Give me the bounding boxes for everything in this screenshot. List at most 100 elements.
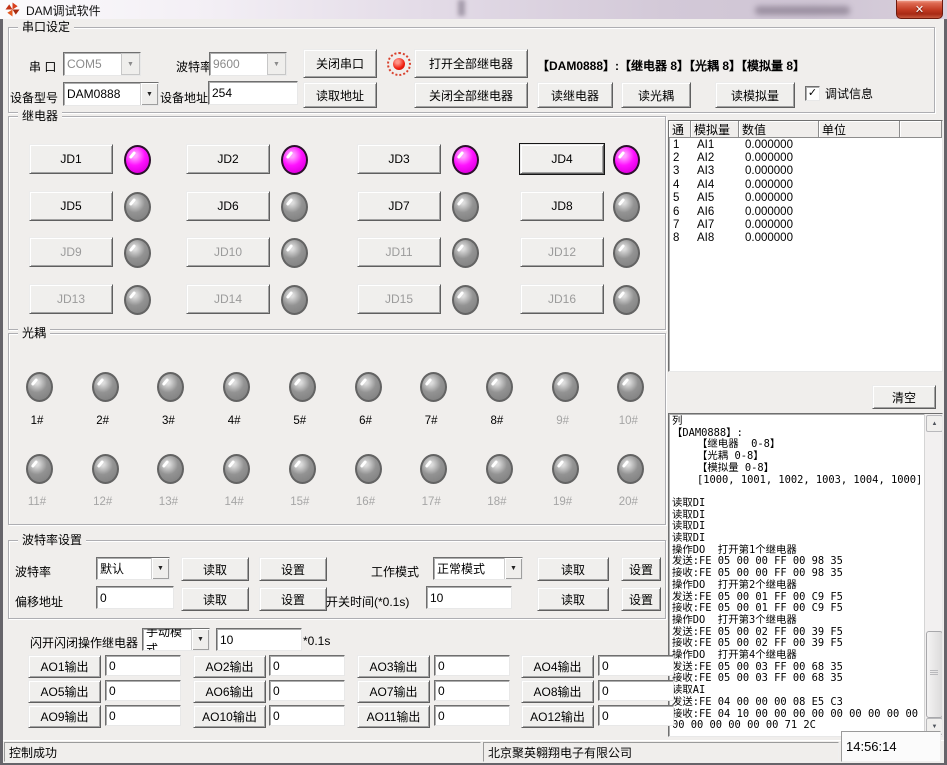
baud-set-combobox[interactable]: 默认 ▼ [96,557,170,580]
ao-output-button-8[interactable]: AO8输出 [521,680,594,703]
clear-log-button[interactable]: 清空 [872,385,936,409]
ao-output-button-4[interactable]: AO4输出 [521,655,594,678]
relay-button-jd4[interactable]: JD4 [520,144,604,174]
table-row[interactable]: 5AI50.000000 [669,192,942,205]
flash-mode-combobox[interactable]: 手动模式 ▼ [142,628,210,651]
ao-output-button-2[interactable]: AO2输出 [193,655,266,678]
title-bar[interactable]: DAM调试软件 ✕ [0,0,947,20]
table-header-3[interactable]: 数值 [739,121,819,138]
device-model-combobox[interactable]: DAM0888 ▼ [63,82,159,106]
relay-led-jd7 [452,192,479,222]
ao-output-button-12[interactable]: AO12输出 [521,705,594,728]
relay-led-jd4 [613,145,640,175]
relay-led-jd6 [281,192,308,222]
workmode-read-button[interactable]: 读取 [537,557,609,581]
ao-output-input-10[interactable]: 0 [269,705,345,726]
ao-output-button-5[interactable]: AO5输出 [28,680,101,703]
relay-button-jd2[interactable]: JD2 [186,144,270,174]
ao-output-button-10[interactable]: AO10输出 [193,705,266,728]
ao-output-button-7[interactable]: AO7输出 [357,680,430,703]
offset-address-input[interactable]: 0 [96,586,174,609]
ao-output-input-4[interactable]: 0 [598,655,674,676]
workmode-set-button[interactable]: 设置 [621,557,661,581]
device-summary: 【DAM0888】:【继电器 8】【光耦 8】【模拟量 8】 [537,57,805,74]
chevron-down-icon: ▼ [267,53,286,75]
debug-log[interactable]: 列 【DAM0888】: 【继电器 0-8】 【光耦 0-8】 【模拟量 0-8… [668,413,943,737]
scrollbar-thumb[interactable] [926,631,943,718]
relay-button-jd8[interactable]: JD8 [520,191,604,221]
read-relay-button[interactable]: 读继电器 [537,82,613,108]
relay-led-jd11 [452,238,479,268]
opto-label-5: 5# [280,415,320,427]
table-cell: AI7 [691,219,739,231]
relay-button-jd1[interactable]: JD1 [29,144,113,174]
relay-button-jd5[interactable]: JD5 [29,191,113,221]
ao-output-input-2[interactable]: 0 [269,655,345,676]
offset-set-button[interactable]: 设置 [259,587,327,611]
table-cell: 0.000000 [739,219,819,231]
relay-button-jd6[interactable]: JD6 [186,191,270,221]
switch-time-set-button[interactable]: 设置 [621,587,661,611]
workmode-combobox[interactable]: 正常模式 ▼ [433,557,523,580]
table-row[interactable]: 3AI30.000000 [669,165,942,178]
relay-button-jd3[interactable]: JD3 [357,144,441,174]
log-scrollbar[interactable]: ▲ ▼ [924,414,942,736]
ao-output-button-3[interactable]: AO3输出 [357,655,430,678]
switch-time-read-button[interactable]: 读取 [537,587,609,611]
ao-output-input-7[interactable]: 0 [434,680,510,701]
ao-output-input-1[interactable]: 0 [105,655,181,676]
relay-button-jd7[interactable]: JD7 [357,191,441,221]
workmode-value: 正常模式 [434,558,504,579]
table-row[interactable]: 7AI70.000000 [669,218,942,231]
offset-read-button[interactable]: 读取 [181,587,249,611]
table-header-1[interactable]: 通 [669,121,691,138]
status-company: 北京聚英翱翔电子有限公司 [483,742,839,762]
read-opto-button[interactable]: 读光耦 [621,82,691,108]
opto-label-16: 16# [346,496,386,508]
open-all-relays-button[interactable]: 打开全部继电器 [414,49,528,78]
ao-output-button-6[interactable]: AO6输出 [193,680,266,703]
close-button[interactable]: ✕ [896,0,943,19]
relay-led-jd8 [613,192,640,222]
table-header-4[interactable]: 单位 [819,121,900,138]
ao-output-input-8[interactable]: 0 [598,680,674,701]
ao-output-button-11[interactable]: AO11输出 [357,705,430,728]
table-cell: 6 [669,206,691,218]
scroll-up-icon[interactable]: ▲ [926,415,943,432]
ao-output-input-3[interactable]: 0 [434,655,510,676]
ao-output-button-9[interactable]: AO9输出 [28,705,101,728]
switch-time-input[interactable]: 10 [426,586,512,609]
ao-output-input-9[interactable]: 0 [105,705,181,726]
table-row[interactable]: 2AI20.000000 [669,151,942,164]
opto-led-15 [289,454,316,484]
opto-led-13 [157,454,184,484]
table-header-2[interactable]: 模拟量 [691,121,739,138]
table-row[interactable]: 1AI10.000000 [669,138,942,151]
read-analog-button[interactable]: 读模拟量 [715,82,795,108]
ao-output-input-12[interactable]: 0 [598,705,674,726]
baud-read-button[interactable]: 读取 [181,557,249,581]
device-address-input[interactable]: 254 [208,81,298,105]
baudrate-label: 波特率 [176,58,212,75]
table-row[interactable]: 8AI80.000000 [669,232,942,245]
debug-info-checkbox[interactable]: ✓ 调试信息 [805,85,873,102]
workmode-label: 工作模式 [371,563,419,580]
opto-label-14: 14# [214,496,254,508]
chevron-down-icon: ▼ [191,629,209,650]
table-row[interactable]: 6AI60.000000 [669,205,942,218]
opto-label-1: 1# [17,415,57,427]
ao-output-button-1[interactable]: AO1输出 [28,655,101,678]
ao-output-input-5[interactable]: 0 [105,680,181,701]
relay-button-jd15: JD15 [357,284,441,314]
table-row[interactable]: 4AI40.000000 [669,178,942,191]
close-all-relays-button[interactable]: 关闭全部继电器 [414,82,528,108]
ao-output-input-11[interactable]: 0 [434,705,510,726]
opto-led-3 [157,372,184,402]
close-port-button[interactable]: 关闭串口 [303,49,377,78]
read-address-button[interactable]: 读取地址 [303,82,377,108]
relay-led-jd5 [124,192,151,222]
flash-time-input[interactable]: 10 [216,628,302,651]
analog-values-table[interactable]: 通模拟量数值单位 1AI10.0000002AI20.0000003AI30.0… [668,120,943,372]
baud-set-button[interactable]: 设置 [259,557,327,581]
ao-output-input-6[interactable]: 0 [269,680,345,701]
